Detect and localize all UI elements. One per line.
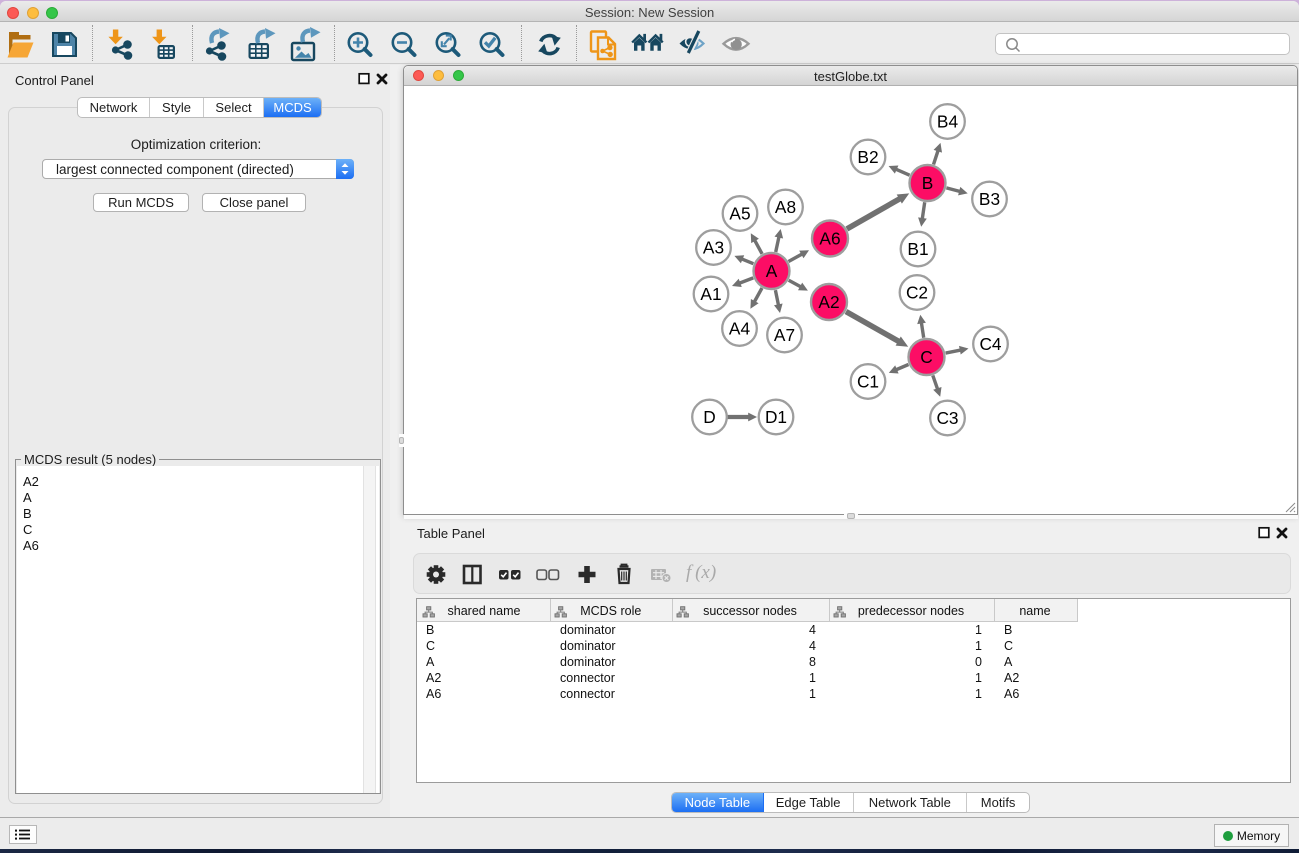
svg-text:A: A	[766, 261, 778, 281]
svg-text:A3: A3	[703, 238, 724, 258]
svg-text:D1: D1	[765, 407, 787, 427]
svg-text:C4: C4	[979, 334, 1001, 354]
svg-text:D: D	[703, 407, 715, 427]
svg-text:A1: A1	[700, 284, 721, 304]
svg-text:B4: B4	[937, 112, 959, 132]
svg-text:C: C	[920, 347, 932, 367]
svg-text:C3: C3	[936, 408, 958, 428]
svg-text:B1: B1	[907, 239, 928, 259]
svg-text:A8: A8	[775, 197, 796, 217]
svg-text:B3: B3	[979, 189, 1000, 209]
svg-text:A4: A4	[729, 319, 751, 339]
svg-text:A5: A5	[729, 204, 750, 224]
svg-text:B: B	[922, 173, 934, 193]
svg-text:A6: A6	[819, 229, 840, 249]
svg-text:A2: A2	[818, 292, 839, 312]
svg-text:C1: C1	[857, 372, 879, 392]
svg-text:C2: C2	[906, 283, 928, 303]
svg-text:B2: B2	[857, 147, 878, 167]
svg-text:A7: A7	[774, 325, 795, 345]
